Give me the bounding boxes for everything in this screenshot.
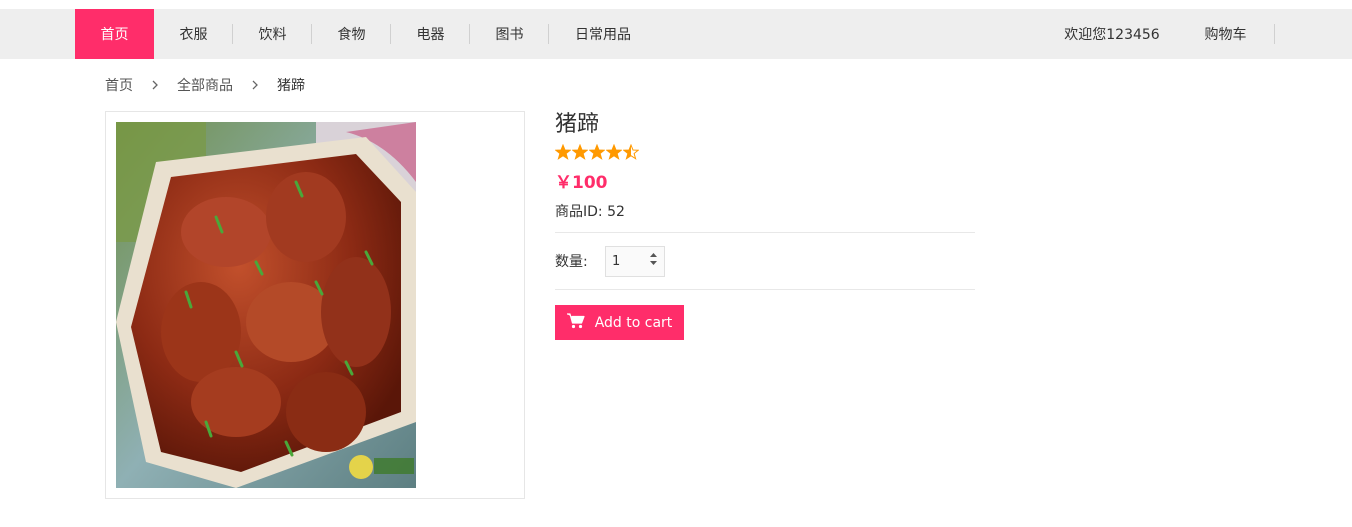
top-navbar: 首页 衣服 饮料 食物 电器 图书 日常用品 欢迎您123456 购物车 — [0, 9, 1352, 59]
breadcrumb: 首页 全部商品 猪蹄 — [105, 75, 305, 95]
quantity-label: 数量: — [555, 254, 588, 270]
shopping-cart-link[interactable]: 购物车 — [1176, 9, 1275, 59]
star-full-icon — [589, 144, 605, 160]
user-welcome-label: 欢迎您123456 — [1064, 27, 1160, 43]
star-full-icon — [572, 144, 588, 160]
chevron-right-icon — [233, 75, 277, 95]
add-to-cart-button[interactable]: Add to cart — [555, 305, 684, 340]
cart-icon — [566, 312, 585, 333]
nav-item-home[interactable]: 首页 — [75, 9, 154, 59]
product-image-frame — [105, 111, 525, 499]
quantity-stepper[interactable]: 1 — [605, 245, 665, 277]
shopping-cart-label: 购物车 — [1204, 27, 1247, 43]
nav-item-food[interactable]: 食物 — [312, 9, 391, 59]
breadcrumb-all-products[interactable]: 全部商品 — [177, 75, 233, 95]
quantity-value: 1 — [612, 253, 621, 269]
product-image — [116, 122, 416, 488]
product-id: 商品ID: 52 — [555, 204, 625, 220]
add-to-cart-label: Add to cart — [594, 314, 673, 331]
nav-item-daily-goods[interactable]: 日常用品 — [549, 9, 657, 59]
nav-item-label: 饮料 — [258, 27, 287, 43]
nav-item-label: 衣服 — [179, 27, 208, 43]
nav-item-label: 食物 — [337, 27, 366, 43]
rating-stars — [555, 144, 975, 160]
nav-item-label: 图书 — [495, 27, 524, 43]
nav-item-electronics[interactable]: 电器 — [391, 9, 470, 59]
divider — [555, 289, 975, 290]
spinner-arrows-icon[interactable] — [649, 251, 658, 271]
product-title: 猪蹄 — [555, 112, 600, 137]
nav-item-clothes[interactable]: 衣服 — [154, 9, 233, 59]
user-nav: 欢迎您123456 购物车 — [1048, 9, 1275, 59]
quantity-row: 数量: 1 — [555, 233, 975, 289]
nav-item-label: 首页 — [100, 27, 129, 43]
product-price: ￥100 — [555, 173, 608, 193]
star-full-icon — [555, 144, 571, 160]
chevron-right-icon — [133, 75, 177, 95]
user-welcome-link[interactable]: 欢迎您123456 — [1048, 9, 1176, 59]
nav-item-drinks[interactable]: 饮料 — [233, 9, 312, 59]
breadcrumb-current: 猪蹄 — [277, 78, 305, 94]
breadcrumb-home[interactable]: 首页 — [105, 75, 133, 95]
nav-item-books[interactable]: 图书 — [470, 9, 549, 59]
main-nav: 首页 衣服 饮料 食物 电器 图书 日常用品 — [75, 9, 657, 59]
star-half-icon — [623, 144, 639, 160]
star-full-icon — [606, 144, 622, 160]
nav-item-label: 日常用品 — [575, 27, 631, 43]
product-info: 猪蹄 ￥100 商品ID: 52 数量: 1 Add to cart — [555, 110, 975, 340]
nav-item-label: 电器 — [416, 27, 445, 43]
